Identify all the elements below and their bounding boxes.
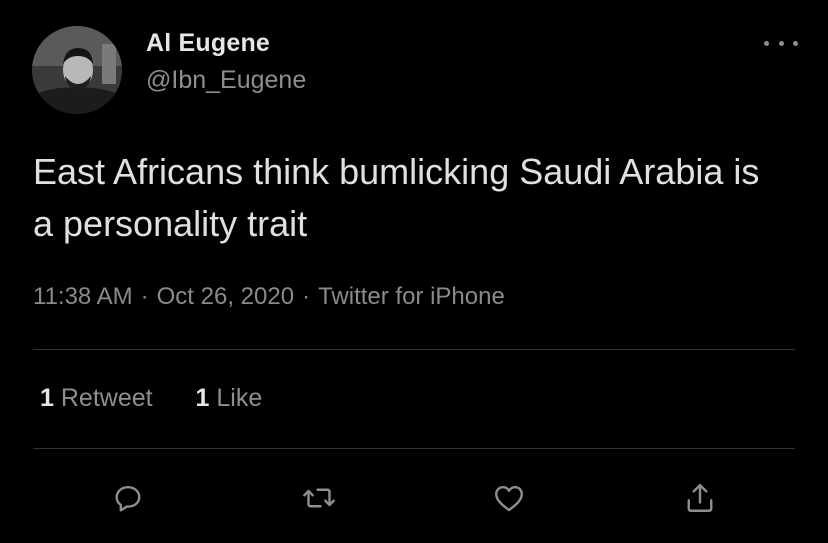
like-button[interactable]: [489, 478, 529, 518]
share-button[interactable]: [680, 478, 720, 518]
tweet-source[interactable]: Twitter for iPhone: [318, 283, 505, 310]
divider: [33, 448, 795, 449]
likes-label: Like: [216, 384, 263, 412]
more-horizontal-icon-dot: [793, 40, 798, 46]
author-display-name[interactable]: Al Eugene: [146, 29, 270, 58]
reply-button[interactable]: [108, 478, 148, 518]
reply-icon: [115, 486, 141, 512]
retweets-stat[interactable]: 1 Retweet: [40, 384, 153, 412]
more-horizontal-icon-dot: [778, 40, 784, 46]
divider: [33, 349, 795, 350]
tweet-date[interactable]: Oct 26, 2020: [157, 283, 294, 310]
tweet-text: East Africans think bumlicking Saudi Ara…: [33, 151, 760, 244]
avatar[interactable]: [32, 26, 122, 114]
meta-separator: ·: [140, 283, 149, 310]
tweet-time[interactable]: 11:38 AM: [33, 283, 133, 310]
engagement-stats: 1 Retweet 1 Like: [40, 384, 298, 413]
retweet-icon: [303, 488, 335, 508]
tweet-metadata: 11:38 AM · Oct 26, 2020 · Twitter for iPhone: [33, 283, 505, 311]
likes-count: 1: [195, 384, 210, 412]
share-icon: [687, 483, 713, 512]
retweet-button[interactable]: [299, 478, 339, 518]
meta-separator: ·: [302, 283, 311, 310]
retweets-label: Retweet: [60, 384, 153, 412]
avatar-photo: [32, 26, 122, 114]
action-bar: [0, 478, 828, 518]
retweets-count: 1: [40, 384, 54, 412]
heart-icon: [495, 486, 523, 512]
likes-stat[interactable]: 1 Like: [196, 384, 263, 412]
more-options-button[interactable]: [764, 32, 798, 54]
author-handle[interactable]: @Ibn_Eugene: [146, 66, 306, 95]
more-horizontal-icon: [764, 40, 769, 46]
